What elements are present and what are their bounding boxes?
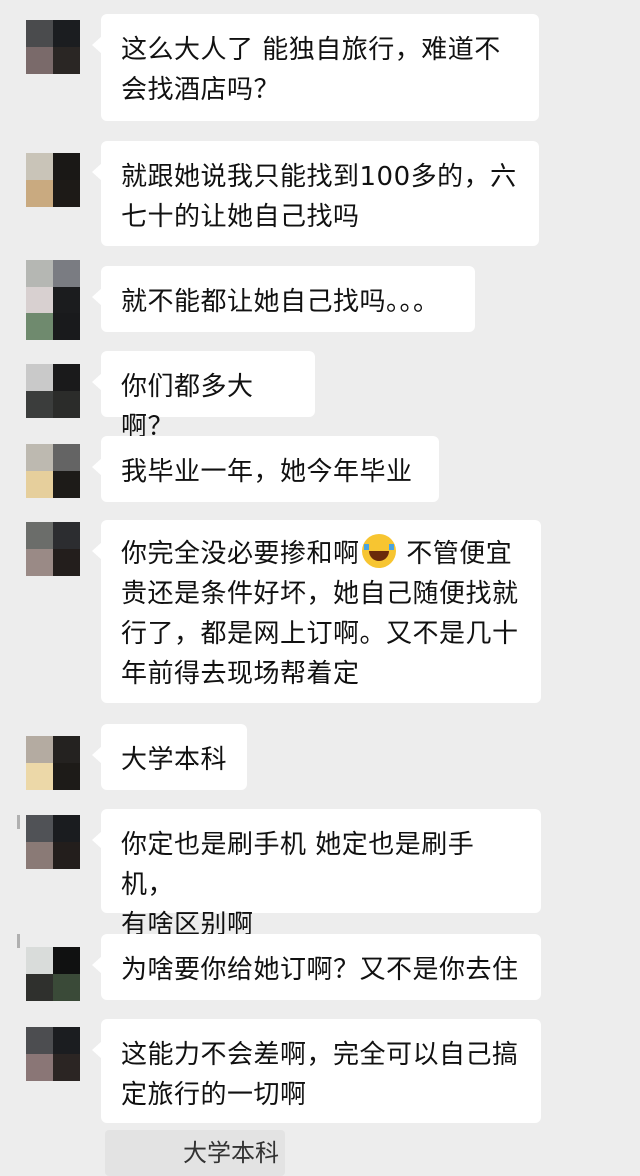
avatar-tile [53, 391, 80, 418]
edge-mark [17, 815, 20, 829]
message-bubble[interactable]: 这能力不会差啊，完全可以自己搞 定旅行的一切啊 [92, 1019, 541, 1123]
avatar[interactable] [26, 20, 80, 74]
avatar-tile [26, 180, 53, 207]
message-bubble[interactable]: 就不能都让她自己找吗。。。 [92, 266, 475, 332]
avatar-tile [53, 444, 80, 471]
avatar-tile [53, 842, 80, 869]
avatar-tile [26, 444, 53, 471]
avatar-tile [26, 313, 53, 340]
quoted-reply-text: 大学本科 [183, 1139, 279, 1167]
avatar-tile [53, 313, 80, 340]
avatar-tile [26, 974, 53, 1001]
avatar[interactable] [26, 736, 80, 790]
message-bubble[interactable]: 就跟她说我只能找到100多的，六 七十的让她自己找吗 [92, 141, 539, 246]
avatar-tile [26, 549, 53, 576]
avatar-tile [26, 286, 53, 314]
avatar-tile [26, 20, 53, 47]
message-text: 你完全没必要掺和啊 [121, 539, 360, 569]
avatar-tile [53, 47, 80, 74]
avatar-tile [26, 763, 53, 790]
avatar-tile [53, 20, 80, 47]
avatar-tile [53, 471, 80, 498]
avatar-tile [53, 364, 80, 391]
avatar[interactable] [26, 815, 80, 869]
avatar-tile [26, 842, 53, 869]
avatar-tile [26, 391, 53, 418]
avatar-tile [53, 763, 80, 790]
avatar-tile [53, 815, 80, 842]
avatar-tile [53, 947, 80, 974]
avatar-tile [53, 549, 80, 576]
avatar-tile [26, 947, 53, 974]
avatar-tile [53, 974, 80, 1001]
avatar[interactable] [26, 1027, 80, 1081]
avatar[interactable] [26, 444, 80, 498]
avatar-tile [53, 286, 80, 314]
message-bubble[interactable]: 为啥要你给她订啊？又不是你去住 [92, 934, 541, 1000]
avatar-tile [26, 522, 53, 549]
avatar[interactable] [26, 153, 80, 207]
message-bubble[interactable]: 你们都多大啊？ [92, 351, 315, 442]
avatar-tile [53, 736, 80, 763]
avatar-tile [26, 153, 53, 180]
face-with-tears-of-joy-icon [361, 534, 396, 568]
edge-mark [17, 934, 20, 948]
message-bubble[interactable]: 你完全没必要掺和啊 不管便宜 贵还是条件好坏，她自己随便找就 行了，都是网上订啊… [92, 520, 541, 703]
avatar[interactable] [26, 947, 80, 1001]
avatar-tile [26, 815, 53, 842]
message-bubble[interactable]: 你定也是刷手机 她定也是刷手机， 有啥区别啊 [92, 809, 541, 940]
avatar[interactable] [26, 522, 80, 576]
avatar-tile [26, 1027, 53, 1054]
avatar-tile [53, 522, 80, 549]
avatar-tile [53, 260, 80, 287]
avatar-tile [26, 1054, 53, 1081]
avatar-tile [53, 1054, 80, 1081]
avatar-tile [26, 260, 53, 287]
avatar-tile [26, 47, 53, 74]
avatar-tile [53, 180, 80, 207]
avatar[interactable] [26, 364, 80, 418]
avatar-tile [26, 736, 53, 763]
avatar-tile [26, 471, 53, 498]
message-bubble[interactable]: 我毕业一年，她今年毕业 [92, 436, 439, 502]
avatar-tile [53, 153, 80, 180]
message-bubble[interactable]: 大学本科 [92, 724, 247, 790]
message-bubble[interactable]: 这么大人了 能独自旅行，难道不 会找酒店吗？ [92, 14, 539, 121]
quoted-reply[interactable]: 大学本科 [105, 1130, 285, 1176]
avatar-tile [53, 1027, 80, 1054]
avatar-tile [26, 364, 53, 391]
avatar[interactable] [26, 260, 80, 340]
